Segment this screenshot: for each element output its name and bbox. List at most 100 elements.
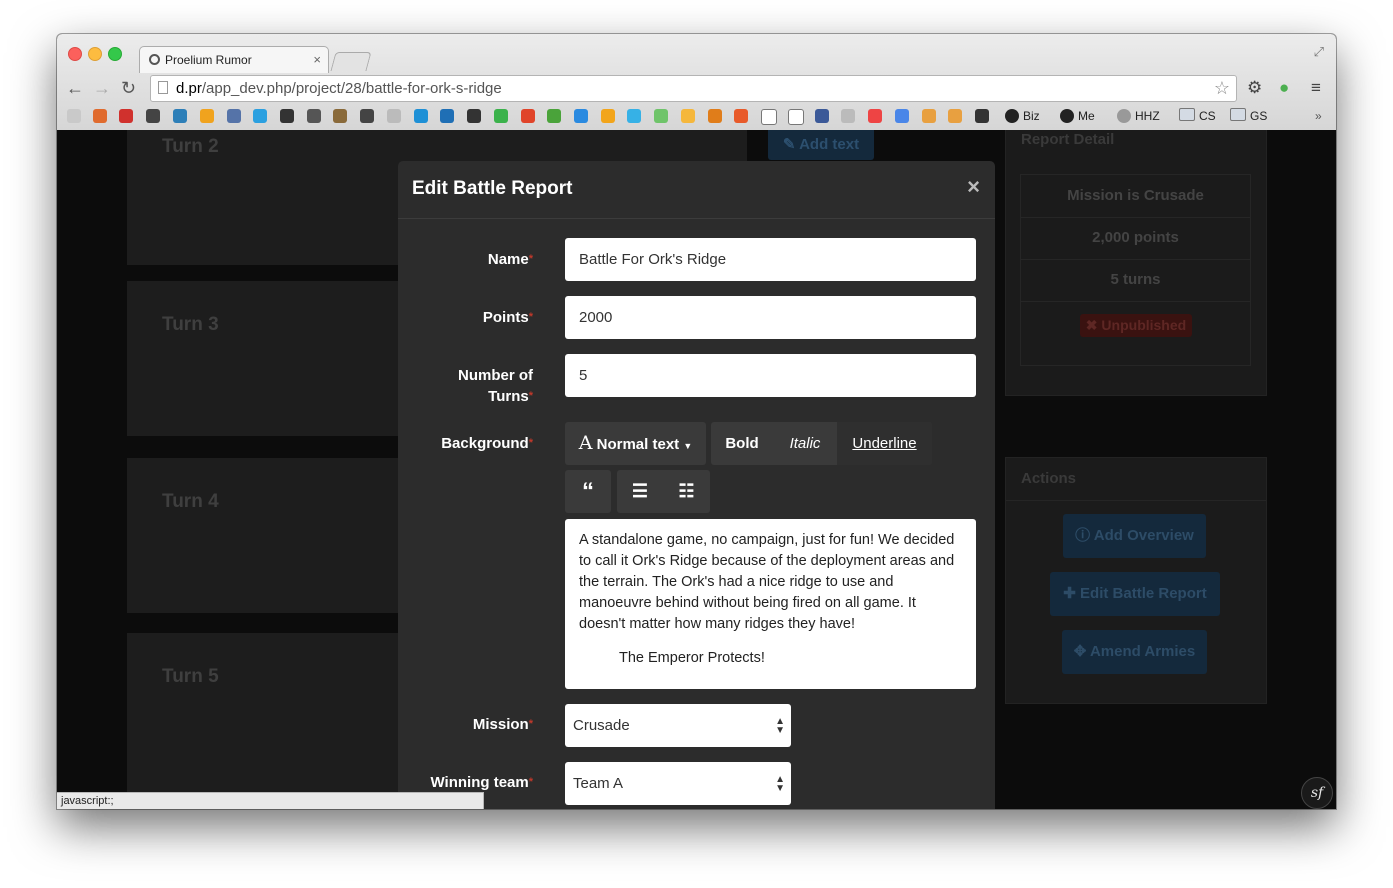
bookmark-icon[interactable] <box>574 109 588 123</box>
points-label: Points* <box>483 307 533 328</box>
caret-down-icon: ▼ <box>683 441 693 451</box>
report-detail-table: Mission is Crusade 2,000 points 5 turns … <box>1020 174 1251 366</box>
actions-heading: Actions <box>1021 470 1077 487</box>
gear-icon[interactable] <box>1117 109 1131 123</box>
amend-armies-button[interactable]: ✥ Amend Armies <box>1062 630 1207 674</box>
edit-battle-report-button[interactable]: ✚ Edit Battle Report <box>1050 572 1220 616</box>
points-input[interactable]: 2000 <box>565 296 976 339</box>
mission-label-text: Mission <box>472 716 529 733</box>
bookmark-icon[interactable] <box>922 109 936 123</box>
menu-icon[interactable]: ≡ <box>1311 78 1321 98</box>
bookmark-icon[interactable] <box>975 109 989 123</box>
fullscreen-icon[interactable]: ⤢ <box>1314 44 1324 60</box>
background-text: A standalone game, no campaign, just for… <box>579 532 955 632</box>
bookmark-icon[interactable] <box>93 109 107 123</box>
forward-arrow-icon[interactable]: → <box>93 79 111 97</box>
required-marker: * <box>528 776 533 788</box>
add-text-button[interactable]: ✎ Add text <box>768 130 874 160</box>
background-editor[interactable]: A standalone game, no campaign, just for… <box>565 519 976 689</box>
name-input[interactable]: Battle For Ork's Ridge <box>565 238 976 281</box>
bookmark-icon[interactable] <box>654 109 668 123</box>
bold-button[interactable]: Bold <box>711 422 773 465</box>
browser-chrome: Proelium Rumor × ⤢ ← → ↻ d.pr/app_dev.ph… <box>57 34 1336 131</box>
evernote-icon[interactable]: ● <box>1279 78 1289 98</box>
minimize-window-icon[interactable] <box>88 47 102 61</box>
list-icon[interactable]: ☰ <box>617 470 663 513</box>
symfony-icon[interactable]: sf <box>1301 777 1333 809</box>
page-viewport: Turn 2 Turn 3 Turn 4 Turn 5 ✎ Add text R… <box>57 130 1336 809</box>
zoom-window-icon[interactable] <box>108 47 122 61</box>
bookmark-icon[interactable] <box>173 109 187 123</box>
bookmark-icon[interactable] <box>146 109 160 123</box>
times-icon: ✖ <box>1085 317 1098 333</box>
winning-team-select[interactable]: Team A ▲ ▼ <box>565 762 791 805</box>
back-arrow-icon[interactable]: ← <box>66 79 84 97</box>
bookmark-icon[interactable] <box>841 109 855 123</box>
bookmark-icon[interactable] <box>414 109 428 123</box>
bookmark-icon[interactable] <box>681 109 695 123</box>
bookmark-icon[interactable] <box>708 109 722 123</box>
bookmark-icon[interactable] <box>547 109 561 123</box>
star-icon[interactable]: ☆ <box>1214 76 1230 101</box>
gear-icon[interactable]: ⚙ <box>1247 78 1262 98</box>
bookmark-icon[interactable] <box>307 109 321 123</box>
report-detail-heading: Report Detail <box>1021 131 1115 148</box>
edit-battle-report-label: Edit Battle Report <box>1080 585 1207 602</box>
url-path: /app_dev.php/project/28/battle-for-ork-s… <box>201 80 502 97</box>
bookmark-icon[interactable] <box>67 109 81 123</box>
bookmark-icon[interactable] <box>788 109 804 125</box>
bookmark-icon[interactable] <box>948 109 962 123</box>
bookmark-icon[interactable] <box>227 109 241 123</box>
bookmark-icon[interactable] <box>1060 109 1074 123</box>
close-icon[interactable]: × <box>967 174 980 200</box>
turns-input[interactable]: 5 <box>565 354 976 397</box>
bookmark-folder-gs[interactable]: GS <box>1230 107 1267 125</box>
close-window-icon[interactable] <box>68 47 82 61</box>
new-tab-button[interactable] <box>330 52 372 71</box>
indent-list-icon[interactable]: ☷ <box>663 470 710 513</box>
underline-button[interactable]: Underline <box>837 422 932 465</box>
bookmark-icon[interactable] <box>467 109 481 123</box>
bookmark-icon[interactable] <box>761 109 777 125</box>
bookmark-icon[interactable] <box>280 109 294 123</box>
bookmark-icon[interactable] <box>440 109 454 123</box>
bookmark-icon[interactable] <box>387 109 401 123</box>
status-badge: ✖ Unpublished <box>1080 314 1192 337</box>
bookmark-icon[interactable] <box>627 109 641 123</box>
blockquote-button[interactable]: “ <box>565 470 611 513</box>
bookmark-icon[interactable] <box>360 109 374 123</box>
add-overview-button[interactable]: ⓘ Add Overview <box>1063 514 1206 558</box>
bookmark-icon[interactable] <box>119 109 133 123</box>
bookmark-icon[interactable] <box>868 109 882 123</box>
browser-tab[interactable]: Proelium Rumor × <box>139 46 329 73</box>
bookmark-biz[interactable]: Biz <box>1023 107 1040 125</box>
tab-favicon-icon <box>149 54 160 65</box>
select-arrows-icon: ▲ ▼ <box>775 716 785 736</box>
background-quote: The Emperor Protects! <box>619 650 765 666</box>
bookmark-icon[interactable] <box>253 109 267 123</box>
panel-divider <box>1006 500 1266 501</box>
reload-icon[interactable]: ↻ <box>121 79 136 97</box>
text-style-dropdown[interactable]: A Normal text ▼ <box>565 422 706 465</box>
mission-select[interactable]: Crusade ▲ ▼ <box>565 704 791 747</box>
required-marker: * <box>528 718 533 730</box>
address-bar[interactable]: d.pr/app_dev.php/project/28/battle-for-o… <box>150 75 1237 102</box>
bookmark-icon[interactable] <box>521 109 535 123</box>
bookmark-icon[interactable] <box>734 109 748 123</box>
tab-close-icon[interactable]: × <box>313 47 321 73</box>
bookmark-icon[interactable] <box>333 109 347 123</box>
italic-button[interactable]: Italic <box>773 422 837 465</box>
bookmark-icon[interactable] <box>601 109 615 123</box>
bookmark-icon[interactable] <box>815 109 829 123</box>
text-style-button[interactable]: A Normal text ▼ <box>565 422 706 465</box>
bookmark-icon[interactable] <box>200 109 214 123</box>
bookmark-icon[interactable] <box>895 109 909 123</box>
bookmark-me[interactable]: Me <box>1078 107 1095 125</box>
bookmark-icon[interactable] <box>1005 109 1019 123</box>
bookmark-hhz[interactable]: HHZ <box>1135 107 1160 125</box>
points-label-text: Points <box>482 309 529 326</box>
bookmark-icon[interactable] <box>494 109 508 123</box>
bookmarks-overflow-icon[interactable]: » <box>1315 107 1322 125</box>
format-button-group: Bold Italic Underline <box>711 422 932 465</box>
bookmark-folder-cs[interactable]: CS <box>1179 107 1216 125</box>
